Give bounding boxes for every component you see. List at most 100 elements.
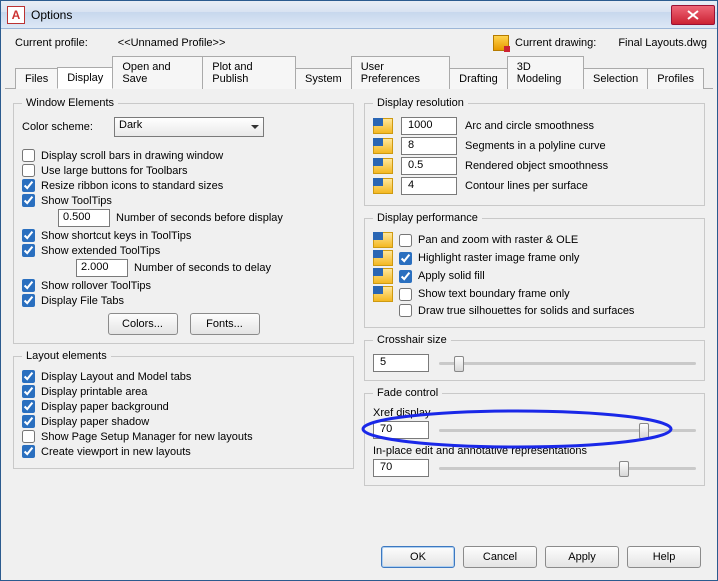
drawing-value: Final Layouts.dwg bbox=[618, 37, 707, 49]
pan-zoom-checkbox[interactable] bbox=[399, 234, 412, 247]
paper-shadow-checkbox[interactable]: Display paper shadow bbox=[22, 415, 345, 428]
cancel-button[interactable]: Cancel bbox=[463, 546, 537, 568]
highlight-raster-checkbox[interactable] bbox=[399, 252, 412, 265]
highlight-raster-label: Highlight raster image frame only bbox=[418, 252, 579, 264]
help-button[interactable]: Help bbox=[627, 546, 701, 568]
segments-label: Segments in a polyline curve bbox=[465, 140, 606, 152]
show-rollover-checkbox[interactable]: Show rollover ToolTips bbox=[22, 279, 345, 292]
fade-control-legend: Fade control bbox=[373, 387, 442, 399]
dialog-footer: OK Cancel Apply Help bbox=[1, 538, 717, 580]
create-viewport-checkbox[interactable]: Create viewport in new layouts bbox=[22, 445, 345, 458]
dwg-icon bbox=[373, 118, 393, 134]
tabs: Files Display Open and Save Plot and Pub… bbox=[5, 55, 713, 89]
header-info: Current profile: <<Unnamed Profile>> Cur… bbox=[1, 29, 717, 55]
rendered-label: Rendered object smoothness bbox=[465, 160, 608, 172]
paper-shadow-label: Display paper shadow bbox=[41, 416, 149, 428]
large-buttons-label: Use large buttons for Toolbars bbox=[41, 165, 188, 177]
create-viewport-label: Create viewport in new layouts bbox=[41, 446, 191, 458]
layout-elements-legend: Layout elements bbox=[22, 350, 111, 362]
file-tabs-label: Display File Tabs bbox=[41, 295, 124, 307]
arc-smoothness-label: Arc and circle smoothness bbox=[465, 120, 594, 132]
layout-model-tabs-checkbox[interactable]: Display Layout and Model tabs bbox=[22, 370, 345, 383]
show-extended-checkbox[interactable]: Show extended ToolTips bbox=[22, 244, 345, 257]
show-tooltips-checkbox[interactable]: Show ToolTips bbox=[22, 194, 345, 207]
dwg-icon bbox=[373, 268, 393, 284]
printable-area-label: Display printable area bbox=[41, 386, 147, 398]
drawing-label: Current drawing: bbox=[515, 37, 596, 49]
colors-button[interactable]: Colors... bbox=[108, 313, 178, 335]
tab-open-save[interactable]: Open and Save bbox=[112, 56, 203, 89]
seconds-before-input[interactable]: 0.500 bbox=[58, 209, 110, 227]
profile-label: Current profile: bbox=[15, 37, 88, 49]
window-elements-legend: Window Elements bbox=[22, 97, 118, 109]
fonts-button[interactable]: Fonts... bbox=[190, 313, 260, 335]
color-scheme-select[interactable]: Dark bbox=[114, 117, 264, 137]
dwg-icon bbox=[373, 158, 393, 174]
resize-ribbon-checkbox[interactable]: Resize ribbon icons to standard sizes bbox=[22, 179, 345, 192]
display-performance-group: Display performance Pan and zoom with ra… bbox=[364, 212, 705, 328]
dwg-icon bbox=[373, 250, 393, 266]
tab-selection[interactable]: Selection bbox=[583, 68, 648, 89]
color-scheme-label: Color scheme: bbox=[22, 121, 108, 133]
crosshair-input[interactable]: 5 bbox=[373, 354, 429, 372]
scrollbars-checkbox[interactable]: Display scroll bars in drawing window bbox=[22, 149, 345, 162]
layout-model-tabs-label: Display Layout and Model tabs bbox=[41, 371, 191, 383]
contour-label: Contour lines per surface bbox=[465, 180, 588, 192]
tab-display[interactable]: Display bbox=[57, 67, 113, 89]
printable-area-checkbox[interactable]: Display printable area bbox=[22, 385, 345, 398]
text-boundary-checkbox[interactable] bbox=[399, 288, 412, 301]
tab-user-prefs[interactable]: User Preferences bbox=[351, 56, 450, 89]
crosshair-group: Crosshair size 5 bbox=[364, 334, 705, 381]
inplace-slider[interactable] bbox=[439, 467, 696, 470]
app-icon: A bbox=[7, 6, 25, 24]
page-setup-mgr-label: Show Page Setup Manager for new layouts bbox=[41, 431, 253, 443]
inplace-label: In-place edit and annotative representat… bbox=[373, 445, 696, 457]
contour-input[interactable]: 4 bbox=[401, 177, 457, 195]
profile-value: <<Unnamed Profile>> bbox=[118, 37, 226, 49]
dwg-icon bbox=[373, 232, 393, 248]
show-shortcut-label: Show shortcut keys in ToolTips bbox=[41, 230, 191, 242]
xref-display-input[interactable]: 70 bbox=[373, 421, 429, 439]
ok-button[interactable]: OK bbox=[381, 546, 455, 568]
titlebar: A Options bbox=[1, 1, 717, 29]
rendered-input[interactable]: 0.5 bbox=[401, 157, 457, 175]
drawing-icon bbox=[493, 35, 509, 51]
tab-drafting[interactable]: Drafting bbox=[449, 68, 508, 89]
layout-elements-group: Layout elements Display Layout and Model… bbox=[13, 350, 354, 469]
file-tabs-checkbox[interactable]: Display File Tabs bbox=[22, 294, 345, 307]
xref-display-slider[interactable] bbox=[439, 429, 696, 432]
tab-profiles[interactable]: Profiles bbox=[647, 68, 704, 89]
text-boundary-label: Show text boundary frame only bbox=[418, 288, 570, 300]
show-rollover-label: Show rollover ToolTips bbox=[41, 280, 151, 292]
close-button[interactable] bbox=[671, 5, 715, 25]
arc-smoothness-input[interactable]: 1000 bbox=[401, 117, 457, 135]
dwg-icon bbox=[373, 138, 393, 154]
seconds-delay-input[interactable]: 2.000 bbox=[76, 259, 128, 277]
dwg-icon bbox=[373, 286, 393, 302]
inplace-input[interactable]: 70 bbox=[373, 459, 429, 477]
silhouettes-checkbox[interactable] bbox=[399, 304, 412, 317]
resize-ribbon-label: Resize ribbon icons to standard sizes bbox=[41, 180, 223, 192]
apply-button[interactable]: Apply bbox=[545, 546, 619, 568]
show-shortcut-checkbox[interactable]: Show shortcut keys in ToolTips bbox=[22, 229, 345, 242]
crosshair-legend: Crosshair size bbox=[373, 334, 451, 346]
large-buttons-checkbox[interactable]: Use large buttons for Toolbars bbox=[22, 164, 345, 177]
paper-bg-label: Display paper background bbox=[41, 401, 169, 413]
apply-solid-label: Apply solid fill bbox=[418, 270, 485, 282]
crosshair-slider[interactable] bbox=[439, 362, 696, 365]
tab-3d-modeling[interactable]: 3D Modeling bbox=[507, 56, 584, 89]
paper-bg-checkbox[interactable]: Display paper background bbox=[22, 400, 345, 413]
pan-zoom-label: Pan and zoom with raster & OLE bbox=[418, 234, 578, 246]
page-setup-mgr-checkbox[interactable]: Show Page Setup Manager for new layouts bbox=[22, 430, 345, 443]
close-icon bbox=[687, 10, 699, 20]
scrollbars-label: Display scroll bars in drawing window bbox=[41, 150, 223, 162]
xref-display-label: Xref display bbox=[373, 407, 696, 419]
seconds-delay-label: Number of seconds to delay bbox=[134, 262, 271, 274]
tab-files[interactable]: Files bbox=[15, 68, 58, 89]
show-tooltips-label: Show ToolTips bbox=[41, 195, 112, 207]
apply-solid-checkbox[interactable] bbox=[399, 270, 412, 283]
segments-input[interactable]: 8 bbox=[401, 137, 457, 155]
tab-plot-publish[interactable]: Plot and Publish bbox=[202, 56, 296, 89]
silhouettes-label: Draw true silhouettes for solids and sur… bbox=[418, 305, 634, 317]
tab-system[interactable]: System bbox=[295, 68, 352, 89]
